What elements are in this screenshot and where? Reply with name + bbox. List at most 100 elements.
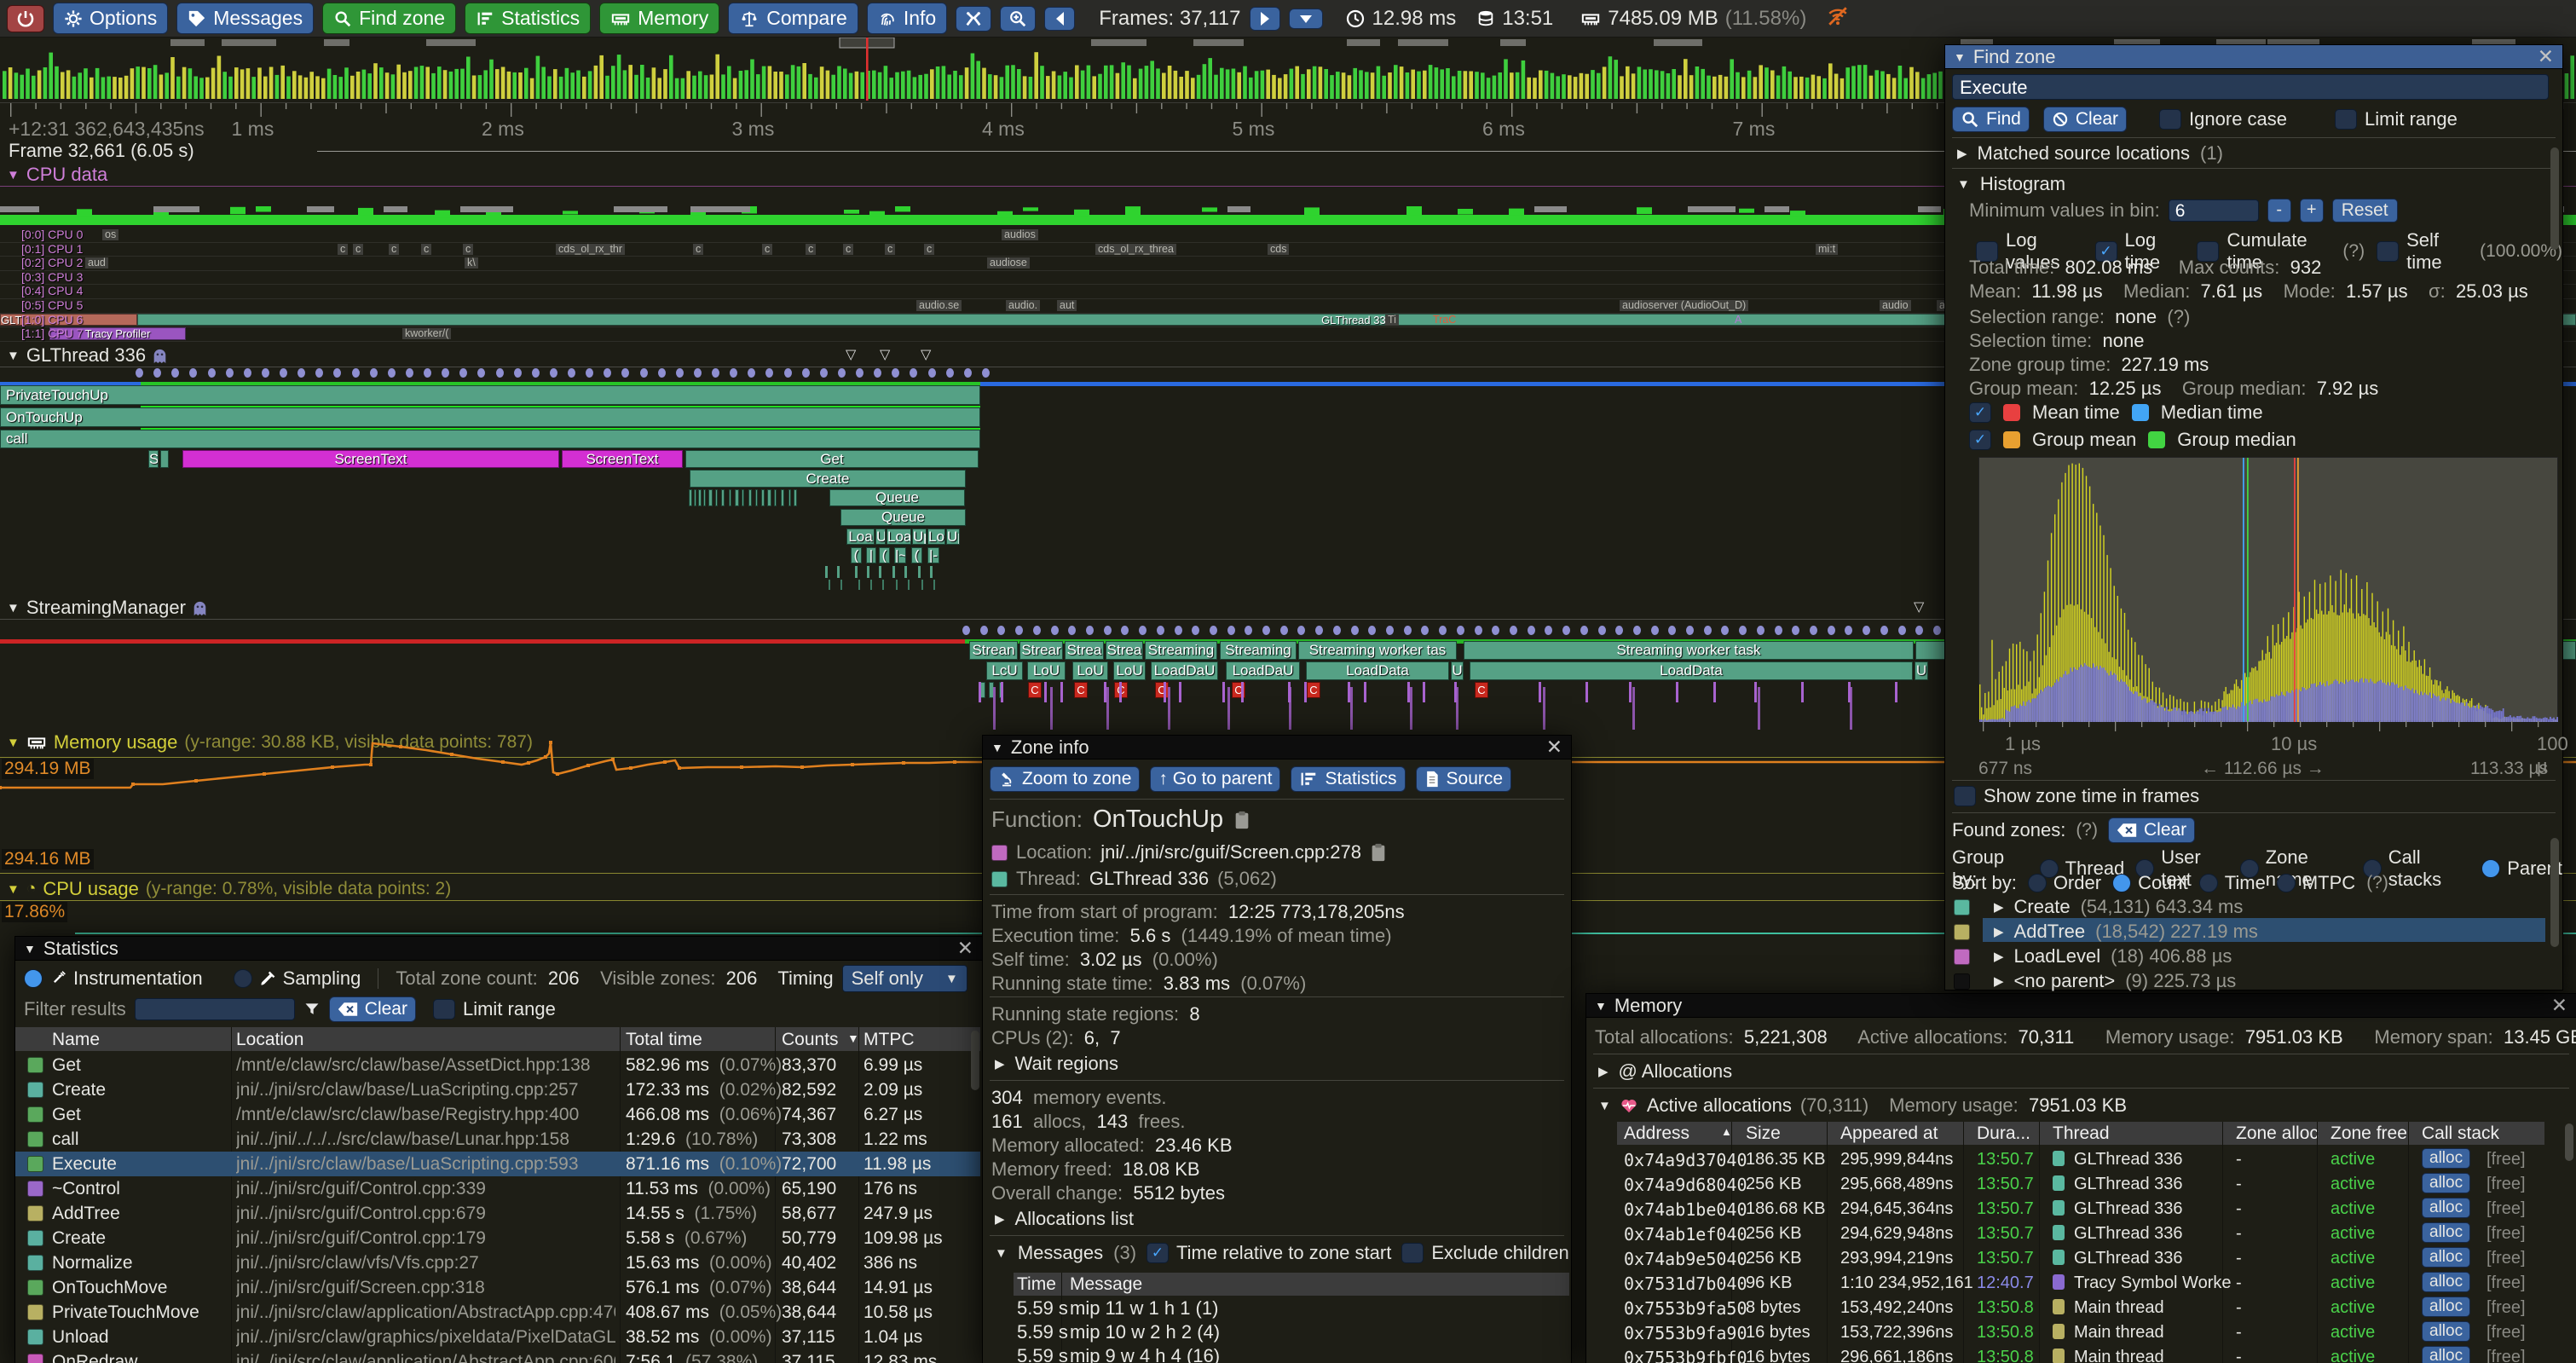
found-zone-row[interactable]: ▶AddTree(18,542) 227.19 ms	[1954, 921, 2258, 943]
sample-dot[interactable]	[1439, 626, 1447, 635]
pause-button[interactable]	[1289, 9, 1323, 29]
message-tick[interactable]	[993, 687, 996, 730]
error-zone[interactable]: C	[1074, 682, 1088, 698]
sample-dot[interactable]	[459, 368, 467, 378]
min-bin-input[interactable]: 6	[2169, 199, 2259, 222]
message-row[interactable]: 5.59 smip 9 w 4 h 4 (16)	[1014, 1344, 1569, 1363]
sample-dot[interactable]	[820, 368, 828, 378]
messages-button[interactable]: Messages	[176, 3, 314, 34]
sample-dot[interactable]	[1121, 626, 1129, 635]
sample-dot[interactable]	[1297, 626, 1305, 635]
zone-free[interactable]: active	[2331, 1348, 2375, 1363]
checkbox-box[interactable]	[2377, 241, 2399, 262]
options-button[interactable]: Options	[53, 3, 168, 34]
sample-dot[interactable]	[1068, 626, 1076, 635]
table-row[interactable]: 0x7553b9fbf016 bytes296,661,186ns13:50.8…	[1617, 1345, 2563, 1363]
sample-dot[interactable]	[280, 368, 287, 378]
sample-dot[interactable]	[1210, 626, 1217, 635]
column-header[interactable]: Address	[1624, 1123, 1689, 1144]
mean-median-checkbox[interactable]: ✓	[1969, 402, 1991, 423]
instrumentation-radio[interactable]: Instrumentation	[24, 967, 203, 990]
sample-dot[interactable]	[568, 368, 575, 378]
sample-dot[interactable]	[964, 368, 972, 378]
sample-dot[interactable]	[1492, 626, 1499, 635]
micro-zone[interactable]	[715, 489, 718, 506]
zone-name[interactable]: OnTouchMove	[52, 1278, 167, 1298]
sample-dot[interactable]	[171, 368, 179, 378]
micro-zone[interactable]	[703, 489, 706, 506]
location-value[interactable]: jni/../jni/src/guif/Screen.cpp:278	[1100, 841, 1361, 863]
active-allocations-row[interactable]: ▼Active allocations(70,311)Memory usage:…	[1598, 1094, 2127, 1117]
sort-by-mtpc[interactable]: MTPC	[2277, 872, 2355, 894]
alloc-button[interactable]: alloc	[2422, 1173, 2470, 1193]
sample-dot[interactable]	[477, 368, 485, 378]
sample-dot[interactable]	[621, 368, 629, 378]
sample-dot[interactable]	[838, 368, 846, 378]
micro-zone[interactable]	[698, 489, 702, 506]
group-mean-median-checkbox[interactable]: ✓	[1969, 430, 1991, 450]
scrollbar-thumb[interactable]	[2550, 147, 2559, 250]
sample-dot[interactable]	[244, 368, 251, 378]
message-row[interactable]: 5.59 smip 10 w 2 h 2 (4)	[1014, 1320, 1569, 1344]
table-row[interactable]: Get/mnt/e/claw/src/claw/base/Registry.hp…	[15, 1102, 980, 1127]
column-header[interactable]: Zone alloc	[2236, 1123, 2319, 1144]
table-row[interactable]: 0x74ab1ef040256 KB294,629,948ns13:50.7GL…	[1617, 1222, 2563, 1246]
sample-dot[interactable]	[1668, 626, 1676, 635]
decrement-button[interactable]: -	[2267, 199, 2291, 222]
sample-dot[interactable]	[496, 368, 504, 378]
column-header[interactable]: Thread	[2053, 1123, 2110, 1144]
sample-dot[interactable]	[1245, 626, 1252, 635]
close-icon[interactable]: ✕	[1546, 736, 1562, 759]
sample-dot[interactable]	[910, 368, 917, 378]
sort-by-time[interactable]: Time	[2199, 872, 2266, 894]
sample-dot[interactable]	[1651, 626, 1659, 635]
sample-dot[interactable]	[1457, 626, 1464, 635]
zone-group-name[interactable]: LoadLevel	[2014, 945, 2101, 967]
column-header[interactable]: Location	[236, 1030, 303, 1050]
message-tick[interactable]	[1539, 682, 1541, 702]
sample-dot[interactable]	[1386, 626, 1394, 635]
micro-zone[interactable]	[767, 489, 771, 506]
zone-name[interactable]: Execute	[52, 1154, 117, 1175]
checkbox-box[interactable]	[433, 999, 455, 1019]
allocations-toggle[interactable]: ▶@ Allocations	[1598, 1060, 1732, 1083]
found-zone-row[interactable]: ▶Create(54,131) 643.34 ms	[1954, 896, 2243, 918]
matched-locations-toggle[interactable]: ▶Matched source locations(1)	[1957, 142, 2223, 165]
prev-frame-button[interactable]	[1044, 7, 1075, 31]
sample-dot[interactable]	[946, 368, 954, 378]
sample-dot[interactable]	[748, 368, 755, 378]
show-zone-time-checkbox[interactable]: Show zone time in frames	[1954, 785, 2199, 807]
micro-zone[interactable]	[748, 489, 752, 506]
exclude-children-checkbox[interactable]: Exclude children	[1401, 1242, 1568, 1264]
thread-header[interactable]: ▼StreamingManager	[7, 597, 207, 619]
micro-zone[interactable]	[721, 489, 725, 506]
sample-dot[interactable]	[1086, 626, 1094, 635]
sample-dot[interactable]	[424, 368, 431, 378]
sample-dot[interactable]	[189, 368, 197, 378]
table-row[interactable]: OnTouchMovejni/../jni/src/guif/Screen.cp…	[15, 1275, 980, 1300]
table-row[interactable]: ~Controljni/../jni/src/guif/Control.cpp:…	[15, 1176, 980, 1201]
sample-dot[interactable]	[1368, 626, 1376, 635]
sample-dot[interactable]	[208, 368, 216, 378]
zone-name[interactable]: call	[52, 1129, 79, 1150]
message-tick[interactable]	[1713, 682, 1716, 702]
message-tick[interactable]	[1754, 682, 1757, 702]
sample-dot[interactable]	[297, 368, 305, 378]
list-scrollbar-thumb[interactable]	[2550, 838, 2559, 947]
sample-dot[interactable]	[1915, 626, 1923, 635]
sample-dot[interactable]	[1933, 626, 1941, 635]
tools-button[interactable]	[956, 6, 991, 32]
table-row[interactable]: PrivateTouchMovejni/../jni/src/claw/appl…	[15, 1300, 980, 1325]
error-zone[interactable]: C	[1028, 682, 1042, 698]
collapsed-zone-marker[interactable]: ▽	[921, 346, 931, 363]
sampling-radio[interactable]: Sampling	[234, 967, 361, 990]
micro-zone[interactable]	[735, 489, 739, 506]
micro-zone[interactable]	[781, 489, 784, 506]
zone-free[interactable]: active	[2331, 1249, 2375, 1268]
micro-zone[interactable]	[742, 489, 744, 506]
column-header[interactable]: Size	[1746, 1123, 1781, 1144]
micro-zone[interactable]	[761, 489, 765, 506]
allocations-list-toggle[interactable]: ▶Allocations list	[995, 1208, 1134, 1230]
sample-dot[interactable]	[1880, 626, 1888, 635]
column-header[interactable]: Appeared at	[1840, 1123, 1938, 1144]
